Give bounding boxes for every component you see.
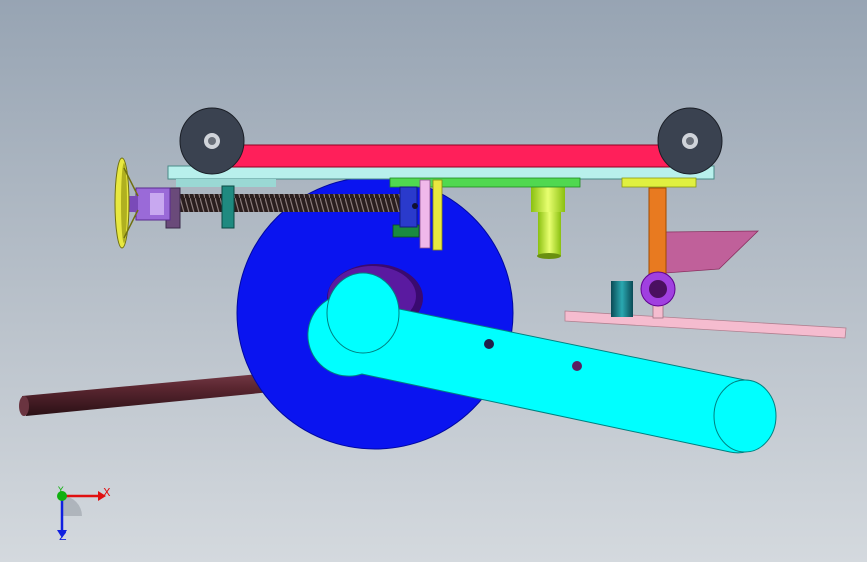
x-axis-label: X <box>103 486 111 499</box>
assembly-model[interactable] <box>0 0 867 562</box>
rail-bar[interactable] <box>564 310 847 339</box>
pin-hole <box>484 339 494 349</box>
pin-hole <box>572 361 582 371</box>
sensor-post[interactable] <box>611 281 633 317</box>
top-plate[interactable] <box>229 144 693 168</box>
roller[interactable] <box>179 107 245 175</box>
y-axis-label: Y <box>58 486 64 496</box>
z-axis-label: Z <box>59 530 67 543</box>
graphics-viewport[interactable]: X Y Z <box>0 0 867 562</box>
pivot-ring[interactable] <box>640 271 676 307</box>
lead-screw[interactable] <box>176 194 400 212</box>
coupling[interactable] <box>128 187 171 221</box>
roller[interactable] <box>657 107 723 175</box>
sleeve[interactable] <box>531 184 565 259</box>
plate-flag[interactable] <box>665 230 759 274</box>
